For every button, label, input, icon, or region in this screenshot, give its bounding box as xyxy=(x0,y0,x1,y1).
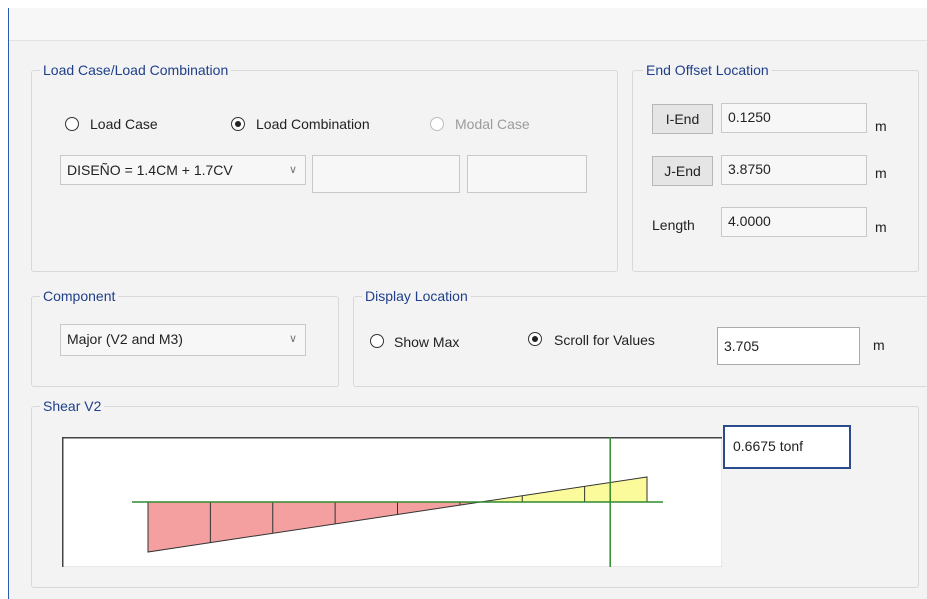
chevron-down-icon: ∨ xyxy=(288,333,297,345)
i-end-value[interactable]: 0.1250 xyxy=(721,103,867,133)
end-offset-group-title: End Offset Location xyxy=(643,62,772,78)
i-end-button[interactable]: I-End xyxy=(652,104,713,134)
display-location-group-title: Display Location xyxy=(362,288,471,304)
location-value-input[interactable]: 3.705 xyxy=(717,327,860,365)
component-select[interactable]: Major (V2 and M3) ∨ xyxy=(60,324,306,356)
modal-case-radio xyxy=(430,117,444,131)
i-end-unit: m xyxy=(875,118,887,134)
location-unit: m xyxy=(873,337,885,353)
load-combination-select-value: DISEÑO = 1.4CM + 1.7CV xyxy=(67,162,233,178)
j-end-unit: m xyxy=(875,165,887,181)
length-value: 4.0000 xyxy=(721,207,867,237)
component-select-value: Major (V2 and M3) xyxy=(67,331,183,347)
shear-group-title: Shear V2 xyxy=(40,398,105,414)
dialog-top-bar xyxy=(9,8,927,41)
chevron-down-icon: ∨ xyxy=(288,164,297,176)
load-case-radio[interactable] xyxy=(65,117,79,131)
j-end-value[interactable]: 3.8750 xyxy=(721,155,867,185)
length-unit: m xyxy=(875,219,887,235)
load-combination-radio[interactable] xyxy=(231,117,245,131)
load-case-group-title: Load Case/Load Combination xyxy=(40,62,232,78)
shear-diagram xyxy=(62,437,722,567)
combination-extra-field-2 xyxy=(467,155,587,193)
shear-readout: 0.6675 tonf xyxy=(723,425,851,469)
scroll-for-values-radio[interactable] xyxy=(528,332,542,346)
length-label: Length xyxy=(652,217,695,233)
modal-case-radio-label: Modal Case xyxy=(455,116,530,132)
show-max-radio-label[interactable]: Show Max xyxy=(394,333,459,351)
show-max-radio[interactable] xyxy=(370,334,384,348)
load-combination-radio-label[interactable]: Load Combination xyxy=(256,115,370,133)
load-case-radio-label[interactable]: Load Case xyxy=(90,115,158,133)
component-group-title: Component xyxy=(40,288,119,304)
load-combination-select[interactable]: DISEÑO = 1.4CM + 1.7CV ∨ xyxy=(60,155,306,185)
j-end-button[interactable]: J-End xyxy=(652,156,713,186)
combination-extra-field-1 xyxy=(312,155,460,193)
scroll-for-values-radio-label[interactable]: Scroll for Values xyxy=(554,331,655,349)
